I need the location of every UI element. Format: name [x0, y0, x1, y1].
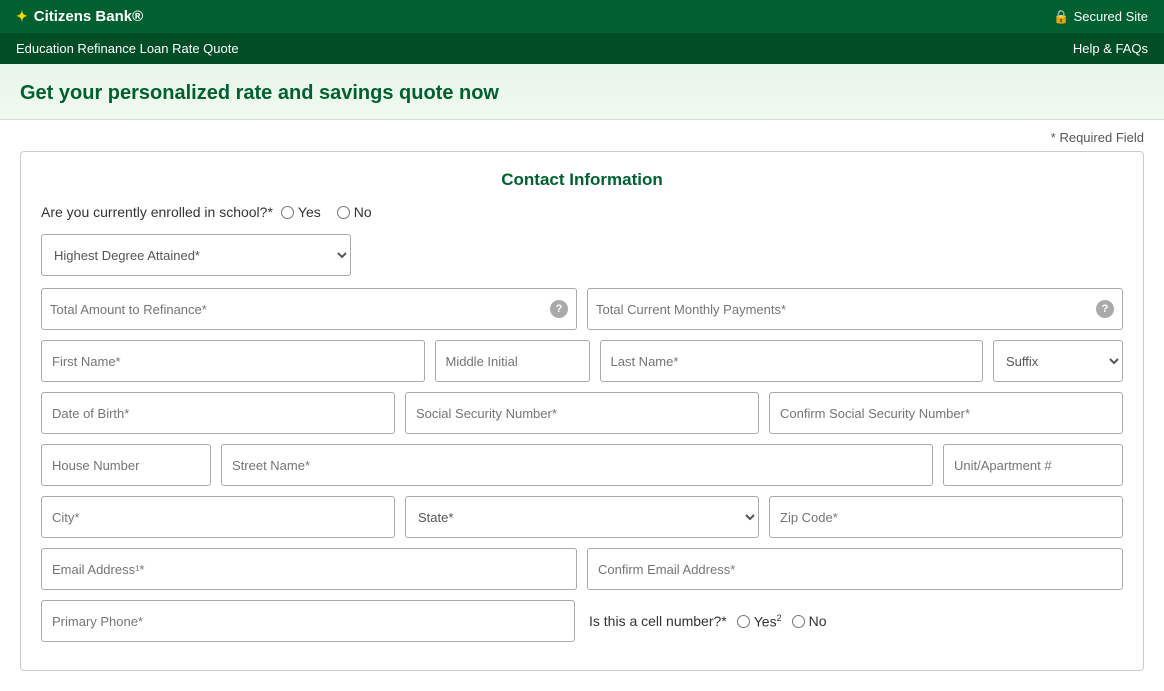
ssn-input[interactable]: [405, 392, 759, 434]
confirm-ssn-group: [769, 392, 1123, 434]
logo-text: Citizens Bank®: [34, 8, 143, 25]
lock-icon: 🔒: [1053, 9, 1069, 25]
hero-banner: Get your personalized rate and savings q…: [0, 64, 1164, 120]
confirm-email-input[interactable]: [587, 548, 1123, 590]
suffix-group: Suffix Jr. Sr. II III IV: [993, 340, 1123, 382]
street-name-input[interactable]: [221, 444, 933, 486]
first-name-group: [41, 340, 425, 382]
middle-initial-input[interactable]: [435, 340, 590, 382]
total-payments-input[interactable]: [596, 302, 1096, 317]
house-number-input[interactable]: [41, 444, 211, 486]
enrolled-no-radio[interactable]: [337, 206, 350, 219]
confirm-ssn-input[interactable]: [769, 392, 1123, 434]
state-group: State* ALAKAZAR CACOCTDE FLGAHIID ILINIA…: [405, 496, 759, 538]
enrolled-row: Are you currently enrolled in school?* Y…: [41, 204, 1123, 220]
phone-group: [41, 600, 575, 642]
enrolled-yes-label: Yes: [298, 204, 321, 220]
cell-no-radio[interactable]: [792, 615, 805, 628]
phone-input[interactable]: [41, 600, 575, 642]
dob-input[interactable]: [41, 392, 395, 434]
cell-no-item[interactable]: No: [792, 613, 827, 629]
enrolled-no-label: No: [354, 204, 372, 220]
email-group: [41, 548, 577, 590]
total-payments-field[interactable]: ?: [587, 288, 1123, 330]
street-name-group: [221, 444, 933, 486]
zip-group: [769, 496, 1123, 538]
cell-yes-radio[interactable]: [737, 615, 750, 628]
email-input[interactable]: [41, 548, 577, 590]
page-subtitle: Education Refinance Loan Rate Quote: [16, 41, 239, 56]
unit-group: [943, 444, 1123, 486]
enrolled-radio-group: Yes No: [281, 204, 376, 220]
secure-site: 🔒 Secured Site: [1053, 9, 1148, 25]
phone-row: Is this a cell number?* Yes2 No: [41, 600, 1123, 642]
first-name-input[interactable]: [41, 340, 425, 382]
help-link[interactable]: Help & FAQs: [1073, 41, 1148, 56]
last-name-input[interactable]: [600, 340, 984, 382]
cell-yes-label: Yes2: [754, 613, 782, 630]
total-refinance-help-icon[interactable]: ?: [550, 300, 568, 318]
total-refinance-input[interactable]: [50, 302, 550, 317]
ssn-group: [405, 392, 759, 434]
totals-row: ? ?: [41, 288, 1123, 330]
secure-site-label: Secured Site: [1074, 9, 1148, 24]
last-name-group: [600, 340, 984, 382]
cell-no-label: No: [809, 613, 827, 629]
house-number-group: [41, 444, 211, 486]
email-row: [41, 548, 1123, 590]
header-sub: Education Refinance Loan Rate Quote Help…: [0, 33, 1164, 64]
main-content: * Required Field Contact Information Are…: [0, 120, 1164, 691]
enrolled-yes-item[interactable]: Yes: [281, 204, 325, 220]
total-payments-group: ?: [587, 288, 1123, 330]
enrolled-yes-radio[interactable]: [281, 206, 294, 219]
confirm-email-group: [587, 548, 1123, 590]
city-input[interactable]: [41, 496, 395, 538]
state-select[interactable]: State* ALAKAZAR CACOCTDE FLGAHIID ILINIA…: [405, 496, 759, 538]
address-row: [41, 444, 1123, 486]
logo-star: ✦: [16, 8, 28, 25]
middle-initial-group: [435, 340, 590, 382]
cell-yes-item[interactable]: Yes2: [737, 613, 782, 630]
city-state-zip-row: State* ALAKAZAR CACOCTDE FLGAHIID ILINIA…: [41, 496, 1123, 538]
total-refinance-field[interactable]: ?: [41, 288, 577, 330]
total-payments-help-icon[interactable]: ?: [1096, 300, 1114, 318]
hero-heading: Get your personalized rate and savings q…: [20, 82, 1144, 105]
cell-number-label: Is this a cell number?*: [589, 613, 727, 629]
total-refinance-group: ?: [41, 288, 577, 330]
bank-logo: ✦ Citizens Bank®: [16, 8, 143, 25]
header-top: ✦ Citizens Bank® 🔒 Secured Site: [0, 0, 1164, 33]
cell-number-group: Is this a cell number?* Yes2 No: [585, 600, 1123, 642]
required-note: * Required Field: [20, 130, 1144, 145]
degree-row: Highest Degree Attained*: [41, 234, 1123, 276]
unit-input[interactable]: [943, 444, 1123, 486]
enrolled-label: Are you currently enrolled in school?*: [41, 204, 273, 220]
section-title: Contact Information: [41, 170, 1123, 190]
suffix-select[interactable]: Suffix Jr. Sr. II III IV: [993, 340, 1123, 382]
zip-input[interactable]: [769, 496, 1123, 538]
degree-select[interactable]: Highest Degree Attained*: [41, 234, 351, 276]
city-group: [41, 496, 395, 538]
form-container: Contact Information Are you currently en…: [20, 151, 1144, 671]
enrolled-no-item[interactable]: No: [337, 204, 376, 220]
dob-group: [41, 392, 395, 434]
name-row: Suffix Jr. Sr. II III IV: [41, 340, 1123, 382]
dob-ssn-row: [41, 392, 1123, 434]
